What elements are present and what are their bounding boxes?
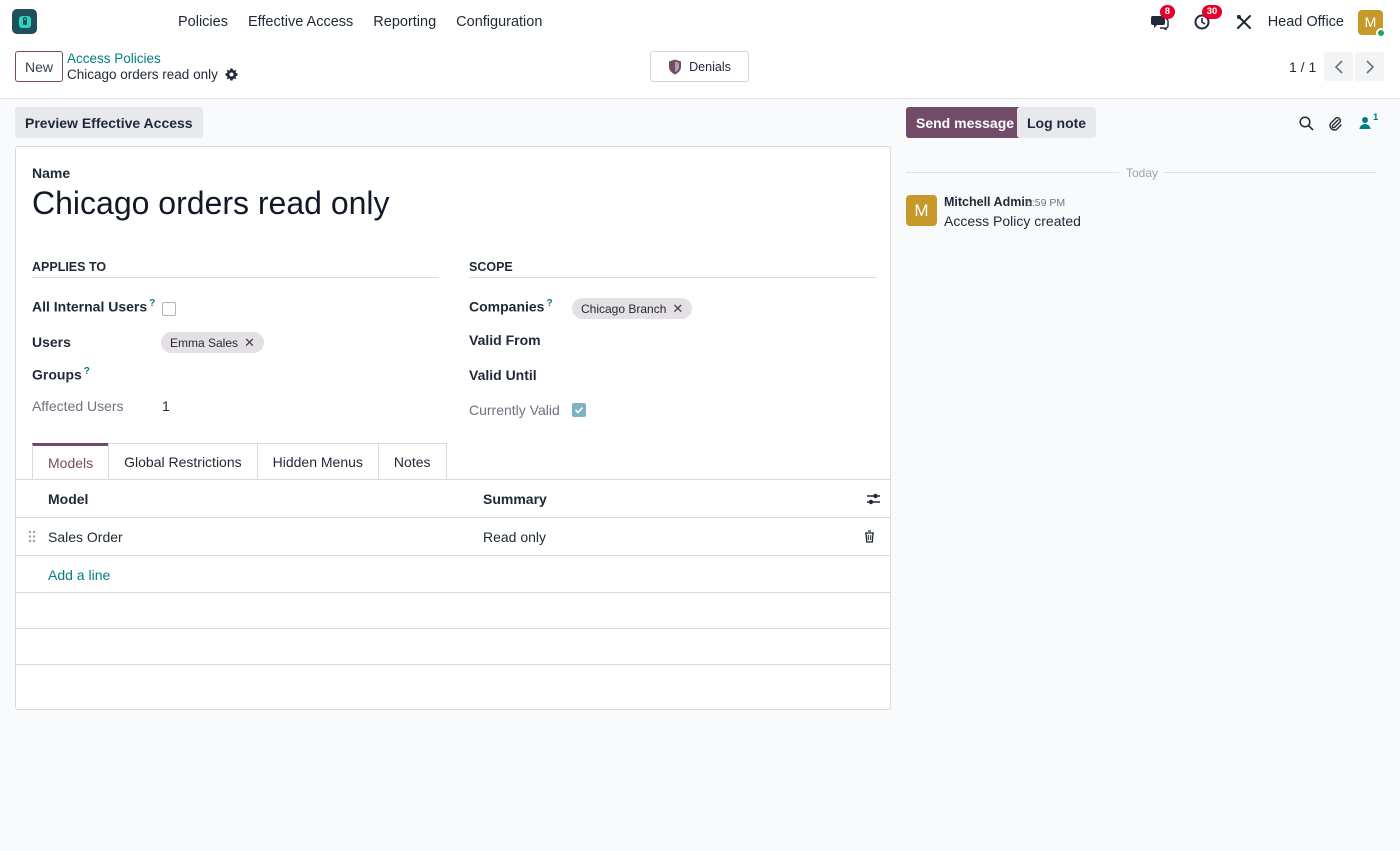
chevron-left-icon <box>1334 59 1343 74</box>
online-status-icon <box>1376 27 1386 38</box>
search-icon[interactable] <box>1296 113 1316 133</box>
notebook-tabs: Models Global Restrictions Hidden Menus … <box>32 443 447 480</box>
valid-from-label: Valid From <box>469 332 541 348</box>
name-label: Name <box>32 165 71 181</box>
tools-icon[interactable] <box>1234 12 1254 32</box>
followers-count: 1 <box>1373 112 1379 123</box>
messages-icon[interactable]: 8 <box>1150 5 1175 32</box>
users-label: Users <box>32 334 71 350</box>
all-internal-users-checkbox[interactable] <box>162 302 176 316</box>
menu-configuration[interactable]: Configuration <box>446 14 552 30</box>
tab-global-restrictions[interactable]: Global Restrictions <box>108 443 258 480</box>
preview-effective-access-button[interactable]: Preview Effective Access <box>15 107 203 138</box>
breadcrumb-current: Chicago orders read only <box>67 67 238 82</box>
message-body: Access Policy created <box>944 213 1081 229</box>
company-switcher[interactable]: Head Office <box>1268 14 1344 30</box>
shield-icon <box>669 59 682 74</box>
separator-line <box>906 172 1119 173</box>
companies-label: Companies? <box>469 298 553 315</box>
tab-models[interactable]: Models <box>32 443 110 480</box>
control-panel: New Access Policies Chicago orders read … <box>0 44 1400 99</box>
optional-columns-icon[interactable] <box>866 492 881 509</box>
applies-to-title: Applies To <box>32 260 439 278</box>
new-button[interactable]: New <box>15 51 64 82</box>
date-separator-label: Today <box>1126 166 1159 180</box>
send-message-button[interactable]: Send message <box>906 107 1025 138</box>
groups-text: Groups <box>32 366 82 383</box>
menu-policies[interactable]: Policies <box>168 14 238 30</box>
cell-model: Sales Order <box>48 529 123 545</box>
cell-summary: Read only <box>483 529 547 545</box>
main-menu: Policies Effective Access Reporting Conf… <box>168 0 552 44</box>
activities-badge: 30 <box>1201 5 1223 19</box>
top-navbar: Policies Effective Access Reporting Conf… <box>0 0 1400 44</box>
pager-previous-button[interactable] <box>1324 52 1353 81</box>
messages-badge: 8 <box>1159 5 1175 19</box>
breadcrumb-current-label: Chicago orders read only <box>67 67 218 82</box>
users-tag-label: Emma Sales <box>170 335 239 350</box>
name-field[interactable]: Chicago orders read only <box>32 185 390 222</box>
tab-notes[interactable]: Notes <box>377 443 447 480</box>
companies-text: Companies <box>469 298 545 315</box>
currently-valid-checkbox <box>572 403 586 417</box>
message-avatar[interactable]: M <box>906 195 937 226</box>
column-model[interactable]: Model <box>48 491 88 507</box>
valid-until-label: Valid Until <box>469 367 537 383</box>
remove-tag-icon[interactable]: ✕ <box>672 301 683 317</box>
followers-icon[interactable] <box>1355 113 1375 133</box>
gear-icon[interactable] <box>225 68 238 81</box>
table-row[interactable]: Sales Order Read only <box>16 518 890 556</box>
affected-users-label: Affected Users <box>32 398 124 414</box>
help-icon[interactable]: ? <box>84 366 90 377</box>
all-internal-users-label: All Internal Users? <box>32 298 155 315</box>
paperclip-icon[interactable] <box>1325 113 1345 133</box>
trash-icon[interactable] <box>864 530 875 546</box>
message-author[interactable]: Mitchell Admin <box>944 195 1032 209</box>
denials-smart-button[interactable]: Denials <box>650 51 749 82</box>
user-avatar[interactable]: M <box>1358 9 1386 38</box>
list-header: Model Summary <box>16 480 890 518</box>
activities-clock-icon[interactable]: 30 <box>1192 5 1223 32</box>
pager-next-button[interactable] <box>1355 52 1384 81</box>
empty-row <box>16 593 890 629</box>
systray: 8 30 Head Office M <box>1150 0 1400 44</box>
empty-row <box>16 629 890 665</box>
companies-tag: Chicago Branch ✕ <box>572 298 693 319</box>
date-separator: Today <box>906 166 1377 180</box>
separator-line <box>1164 172 1377 173</box>
app-logo-icon[interactable] <box>12 9 37 34</box>
chevron-right-icon <box>1365 59 1374 74</box>
companies-tag-label: Chicago Branch <box>581 301 667 316</box>
user-avatar-initial: M <box>1364 14 1377 30</box>
help-icon[interactable]: ? <box>149 298 155 309</box>
users-tag: Emma Sales ✕ <box>161 332 264 353</box>
log-note-button[interactable]: Log note <box>1017 107 1097 138</box>
form-sheet: Name Chicago orders read only Applies To… <box>15 146 891 710</box>
currently-valid-label: Currently Valid <box>469 402 560 418</box>
message-time: 5:59 PM <box>1026 197 1066 209</box>
drag-handle-icon[interactable] <box>28 530 36 546</box>
affected-users-value: 1 <box>162 398 170 414</box>
remove-tag-icon[interactable]: ✕ <box>244 335 255 351</box>
denials-label: Denials <box>689 59 731 74</box>
menu-effective-access[interactable]: Effective Access <box>238 14 363 30</box>
pager-value[interactable]: 1 / 1 <box>1289 59 1316 75</box>
breadcrumb-parent[interactable]: Access Policies <box>67 51 161 66</box>
add-a-line-link[interactable]: Add a line <box>48 567 110 583</box>
help-icon[interactable]: ? <box>546 298 552 309</box>
all-internal-users-text: All Internal Users <box>32 298 148 315</box>
tab-hidden-menus[interactable]: Hidden Menus <box>256 443 379 480</box>
check-icon <box>574 406 584 414</box>
menu-reporting[interactable]: Reporting <box>363 14 446 30</box>
scope-title: Scope <box>469 260 876 278</box>
add-line-row: Add a line <box>16 557 890 593</box>
column-summary[interactable]: Summary <box>483 491 547 507</box>
groups-label: Groups? <box>32 366 90 383</box>
